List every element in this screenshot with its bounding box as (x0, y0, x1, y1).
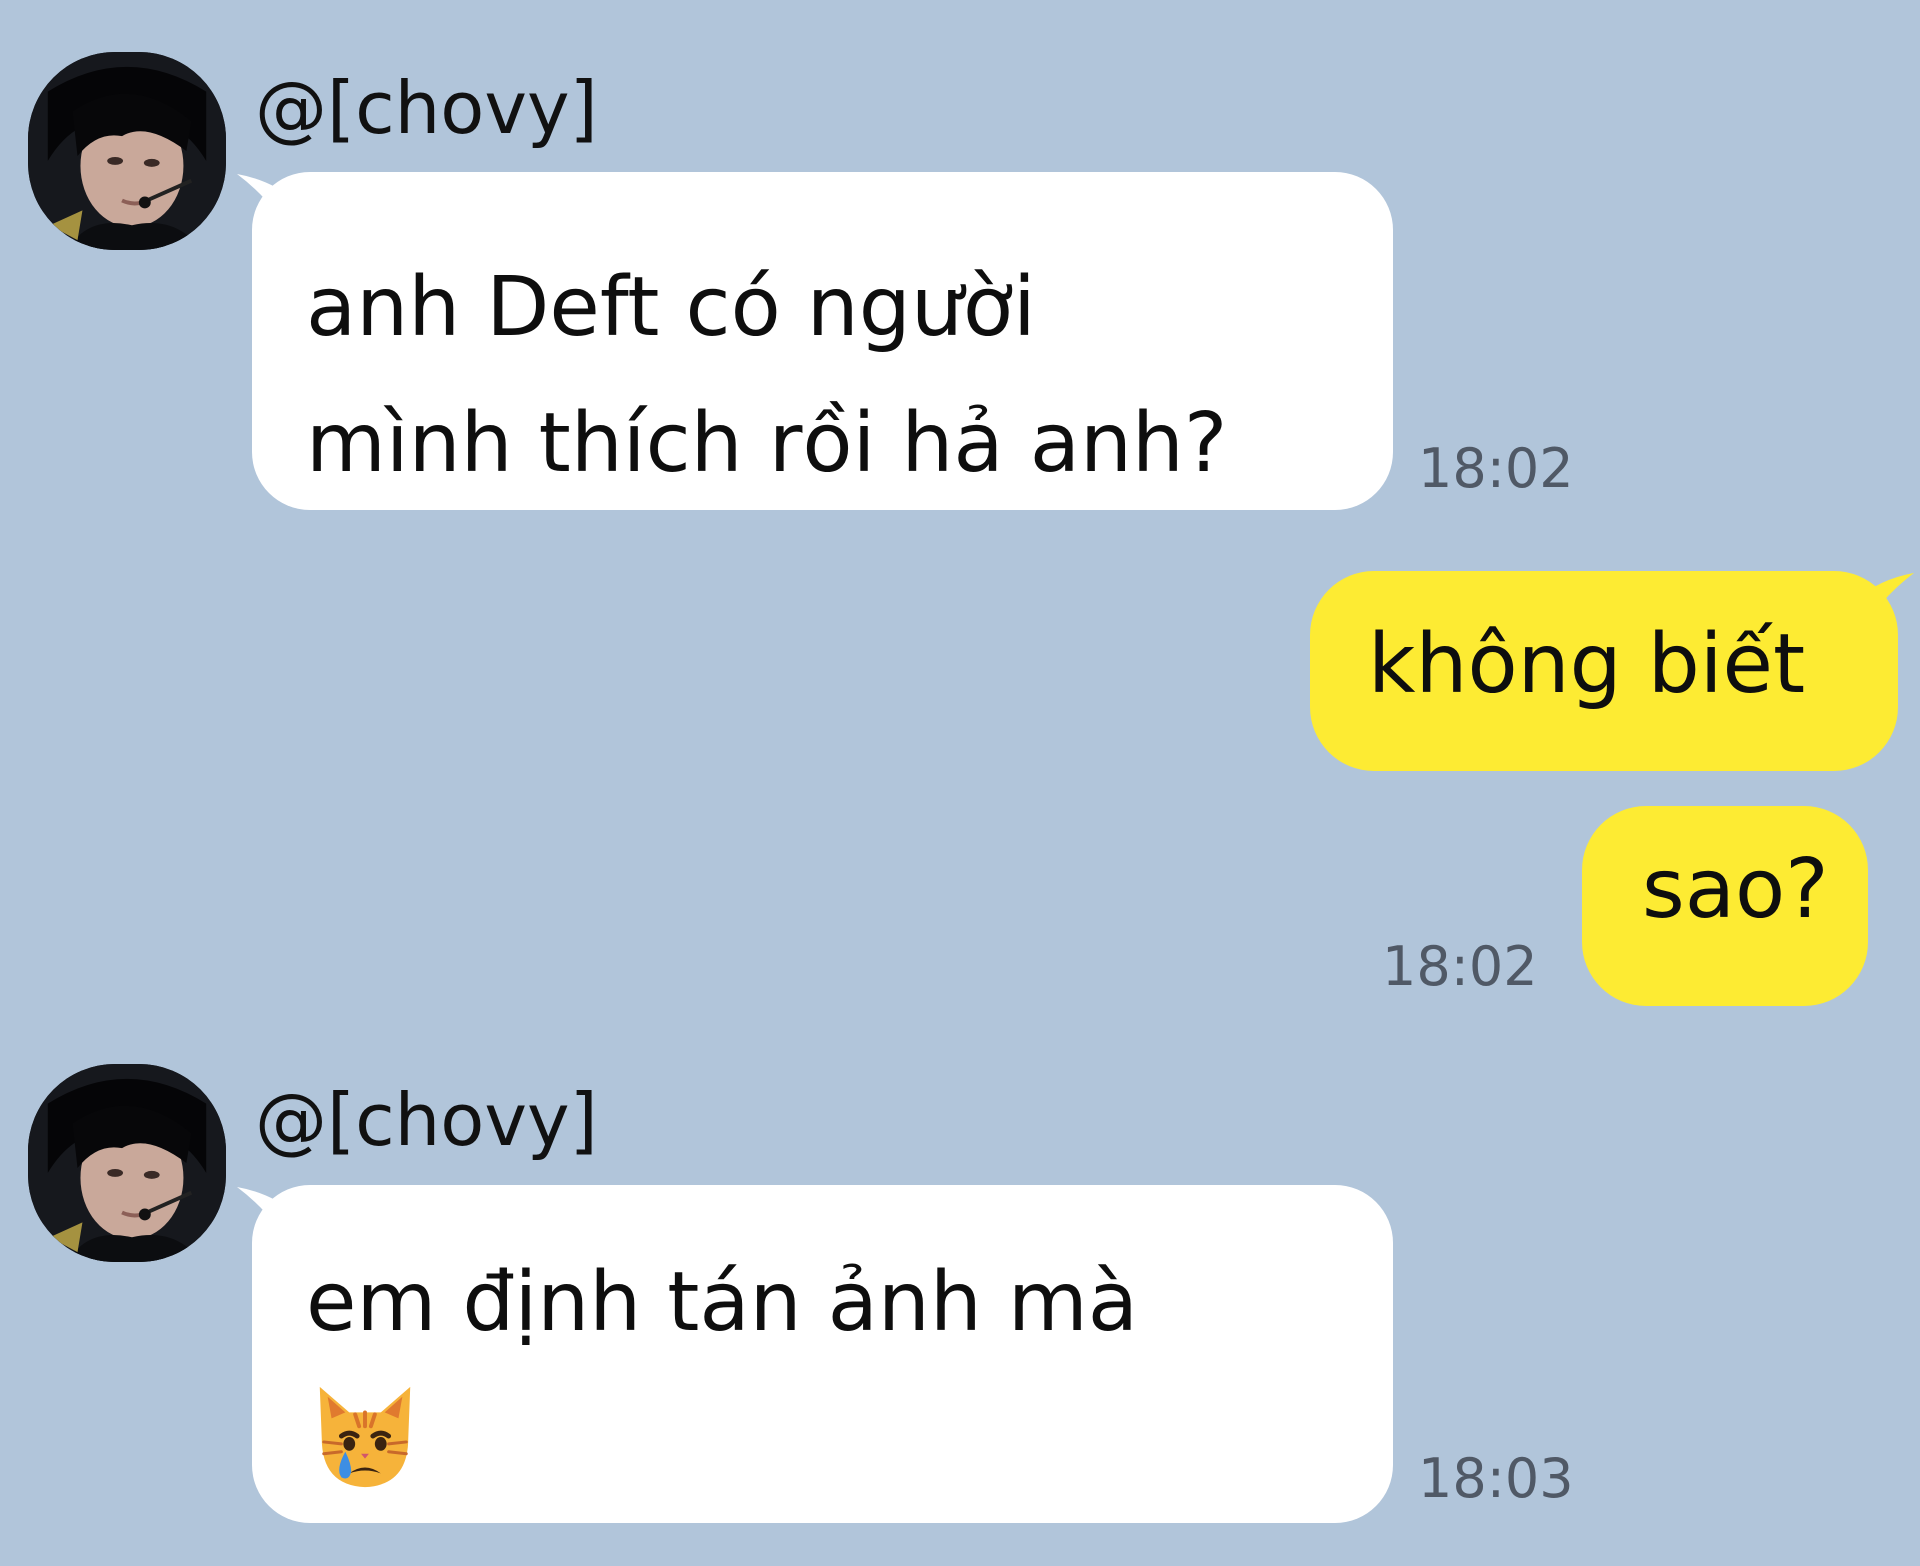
crying-cat-emoji (319, 1386, 411, 1488)
message-bubble[interactable]: em định tán ảnh mà (237, 1185, 1393, 1523)
message-bubble[interactable]: anh Deft có người mình thích rồi hả anh? (237, 172, 1393, 510)
bubble-tail (1874, 573, 1914, 613)
sender-name: @[chovy] (255, 1078, 598, 1162)
message-timestamp: 18:02 (1382, 935, 1538, 998)
sender-avatar[interactable] (28, 1064, 226, 1262)
profile-photo (28, 52, 226, 250)
sender-name: @[chovy] (255, 66, 598, 150)
message-timestamp: 18:03 (1418, 1447, 1574, 1510)
message-text-line: không biết (1368, 617, 1806, 712)
sender-avatar[interactable] (28, 52, 226, 250)
message-timestamp: 18:02 (1418, 437, 1574, 500)
message-text-line: anh Deft có người (306, 260, 1036, 355)
message-text-line: em định tán ảnh mà (306, 1255, 1139, 1350)
message-text-line: sao? (1642, 842, 1829, 937)
bubble-tail (237, 174, 277, 214)
message-text-line: mình thích rồi hả anh? (306, 396, 1228, 491)
message-bubble[interactable]: không biết (1310, 571, 1914, 771)
message-bubble[interactable]: sao? (1582, 806, 1868, 1006)
profile-photo (28, 1064, 226, 1262)
bubble-tail (237, 1187, 277, 1227)
